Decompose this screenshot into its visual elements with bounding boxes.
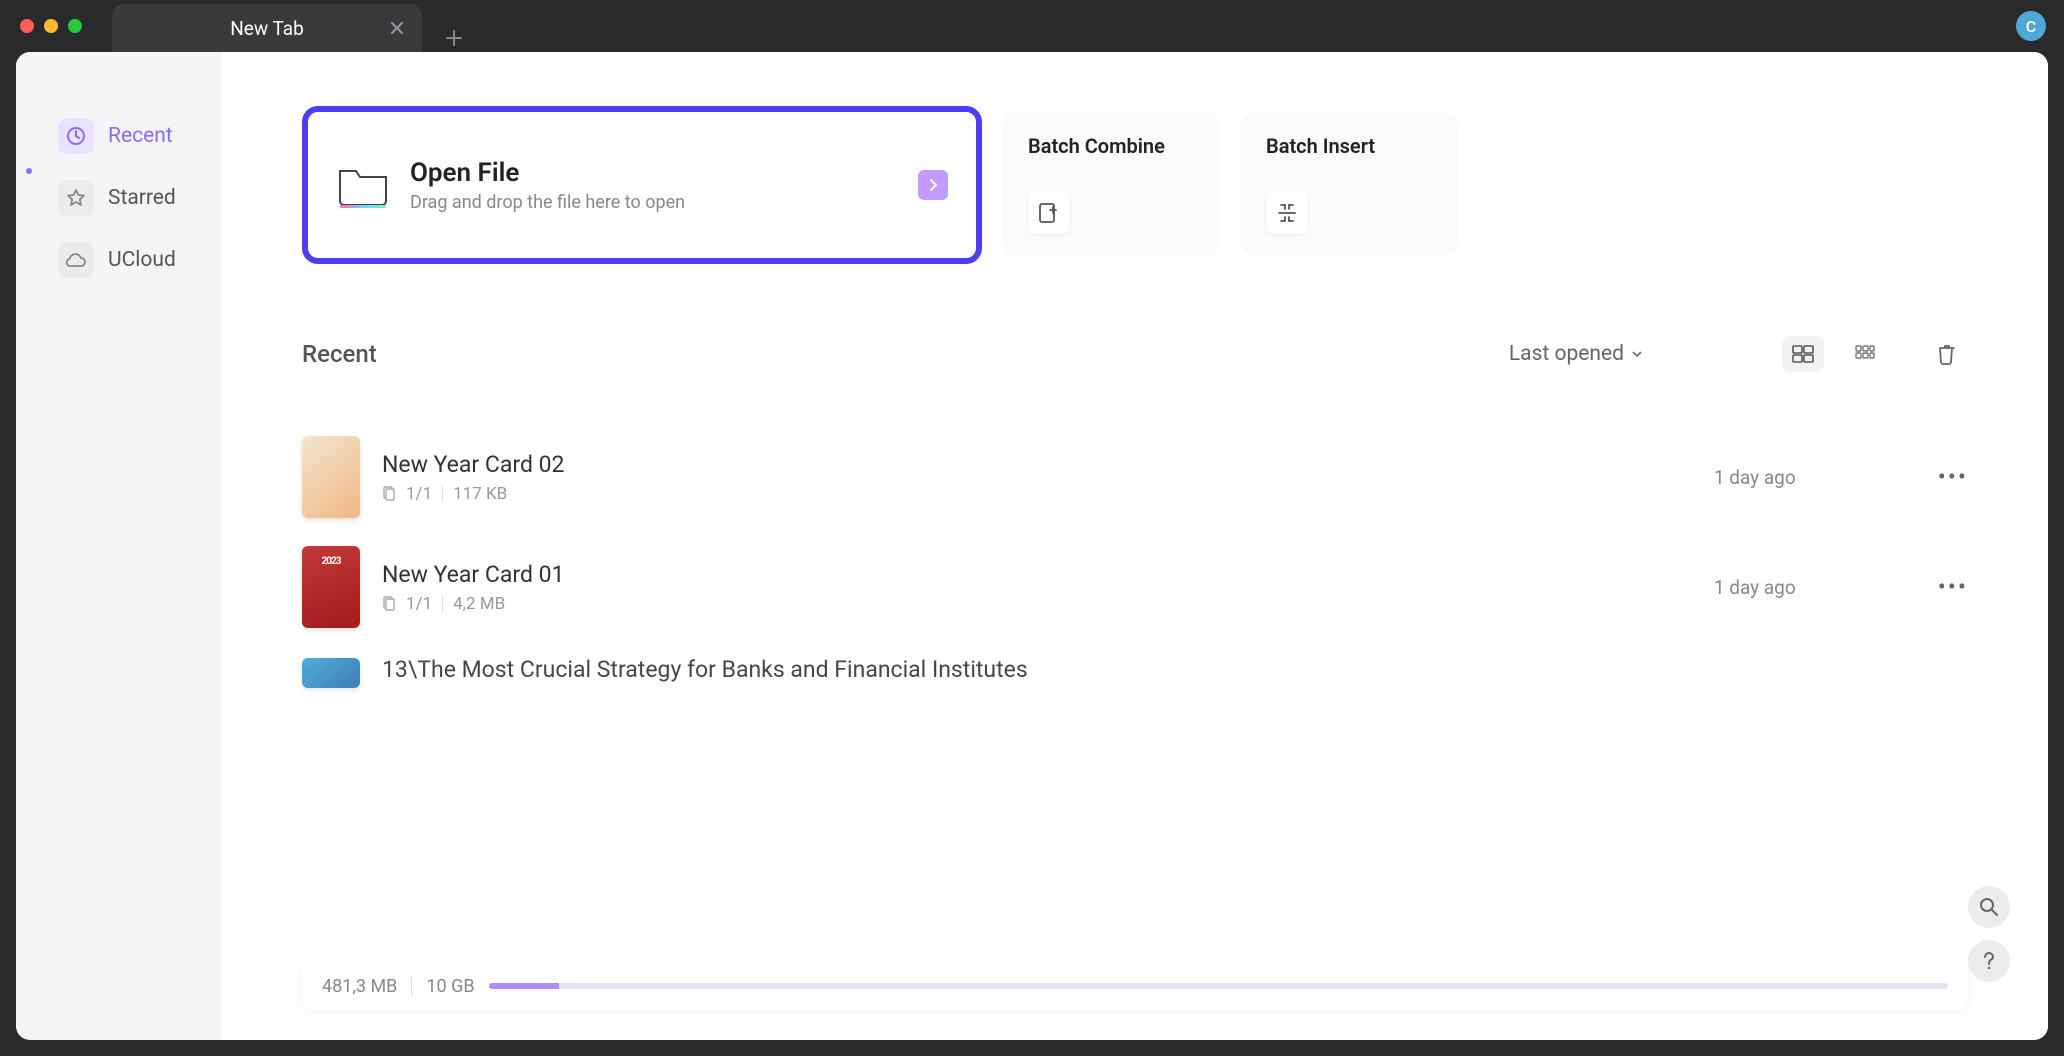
- star-icon: [58, 180, 94, 216]
- view-large-button[interactable]: [1782, 336, 1824, 372]
- file-name: New Year Card 02: [382, 451, 1692, 478]
- clock-icon: [58, 118, 94, 154]
- recent-section-title: Recent: [302, 340, 377, 368]
- tabs-bar: New Tab: [112, 0, 468, 52]
- fullscreen-window-button[interactable]: [68, 19, 82, 33]
- storage-used: 481,3 MB: [322, 976, 397, 997]
- pages-icon: [382, 596, 396, 612]
- file-size: 117 KB: [453, 484, 507, 504]
- meta-separator: [442, 596, 443, 612]
- view-small-button[interactable]: [1844, 336, 1886, 372]
- minimize-window-button[interactable]: [44, 19, 58, 33]
- avatar-initial: C: [2026, 17, 2036, 36]
- storage-bar: 481,3 MB 10 GB: [302, 962, 1968, 1010]
- open-file-subtitle: Drag and drop the file here to open: [410, 192, 918, 213]
- sort-dropdown[interactable]: Last opened: [1509, 342, 1642, 366]
- trash-button[interactable]: [1926, 336, 1968, 372]
- file-row[interactable]: 13\The Most Crucial Strategy for Banks a…: [302, 642, 1968, 703]
- file-date: 1 day ago: [1714, 576, 1796, 599]
- help-button[interactable]: [1968, 940, 2010, 982]
- file-thumbnail: [302, 546, 360, 628]
- close-tab-icon[interactable]: [390, 21, 404, 35]
- file-pages: 1/1: [406, 484, 432, 504]
- open-file-card[interactable]: Open File Drag and drop the file here to…: [302, 106, 982, 264]
- file-thumbnail: [302, 658, 360, 688]
- file-row[interactable]: New Year Card 02 1/1 117 KB 1 day ago ••…: [302, 422, 1968, 532]
- file-size: 4,2 MB: [453, 594, 505, 614]
- sidebar: Recent Starred UCloud: [16, 52, 222, 1040]
- help-icon: [1983, 952, 1995, 970]
- file-date: 1 day ago: [1714, 466, 1796, 489]
- add-tab-button[interactable]: [440, 24, 468, 52]
- cloud-icon: [58, 242, 94, 278]
- tab-label: New Tab: [230, 17, 304, 40]
- sidebar-active-indicator: [26, 168, 32, 174]
- file-list: New Year Card 02 1/1 117 KB 1 day ago ••…: [302, 422, 1968, 703]
- main-area: Open File Drag and drop the file here to…: [222, 52, 2048, 1040]
- window-controls: [20, 19, 82, 33]
- file-thumbnail: [302, 436, 360, 518]
- sidebar-item-label: UCloud: [108, 248, 176, 272]
- batch-combine-card[interactable]: Batch Combine: [1002, 112, 1220, 256]
- more-options-button[interactable]: •••: [1938, 463, 1968, 491]
- storage-total: 10 GB: [426, 976, 474, 997]
- close-window-button[interactable]: [20, 19, 34, 33]
- tab-new-tab[interactable]: New Tab: [112, 4, 422, 52]
- search-icon: [1979, 897, 1999, 917]
- file-pages: 1/1: [406, 594, 432, 614]
- batch-insert-label: Batch Insert: [1266, 134, 1432, 158]
- sort-label: Last opened: [1509, 342, 1624, 366]
- file-name: New Year Card 01: [382, 561, 1692, 588]
- more-options-button[interactable]: •••: [1938, 573, 1968, 601]
- sidebar-item-recent[interactable]: Recent: [40, 108, 198, 164]
- pages-icon: [382, 486, 396, 502]
- sidebar-item-label: Starred: [108, 186, 176, 210]
- titlebar: New Tab C: [0, 0, 2064, 52]
- storage-separator: [411, 977, 412, 995]
- chevron-right-icon[interactable]: [918, 170, 948, 200]
- batch-insert-card[interactable]: Batch Insert: [1240, 112, 1458, 256]
- folder-icon: [336, 161, 390, 209]
- chevron-down-icon: [1632, 351, 1642, 358]
- sidebar-item-starred[interactable]: Starred: [40, 170, 198, 226]
- sidebar-item-ucloud[interactable]: UCloud: [40, 232, 198, 288]
- batch-combine-label: Batch Combine: [1028, 134, 1194, 158]
- avatar[interactable]: C: [2016, 11, 2046, 41]
- storage-progress-fill: [489, 983, 559, 989]
- meta-separator: [442, 486, 443, 502]
- combine-icon: [1028, 192, 1070, 234]
- file-name: 13\The Most Crucial Strategy for Banks a…: [382, 656, 1968, 683]
- sidebar-item-label: Recent: [108, 124, 173, 148]
- insert-icon: [1266, 192, 1308, 234]
- open-file-title: Open File: [410, 158, 918, 188]
- storage-progress: [489, 983, 1948, 989]
- search-button[interactable]: [1968, 886, 2010, 928]
- file-row[interactable]: New Year Card 01 1/1 4,2 MB 1 day ago ••…: [302, 532, 1968, 642]
